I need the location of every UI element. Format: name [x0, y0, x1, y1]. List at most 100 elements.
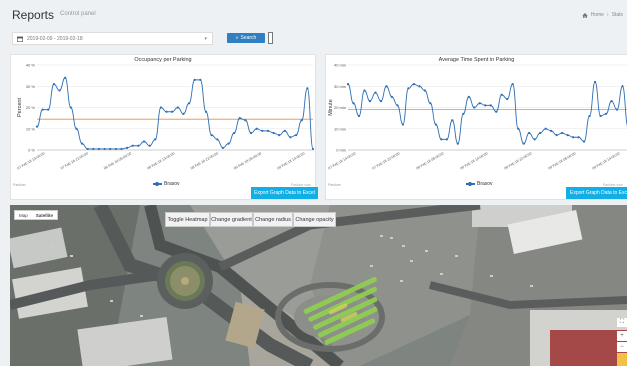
x-tick-label: 08 Feb 18 22:00:00: [504, 151, 533, 170]
data-point: [41, 108, 44, 111]
data-point: [363, 89, 366, 92]
series-line: [347, 81, 627, 145]
breadcrumb-current: Stats: [611, 12, 623, 18]
x-tick-label: 08 Feb 18 14:00:00: [460, 151, 489, 170]
breadcrumb: Home › Stats: [581, 12, 623, 18]
pegman-icon[interactable]: [617, 353, 627, 366]
data-point: [120, 147, 123, 151]
data-point: [148, 144, 151, 147]
calendar-icon: [17, 36, 23, 42]
y-tick-label: 30 min: [334, 84, 346, 89]
data-point: [114, 147, 117, 151]
data-point: [495, 110, 498, 113]
data-point: [204, 110, 208, 113]
x-tick-label: 09 Feb 18 06:00:00: [548, 151, 577, 170]
data-point: [80, 142, 84, 145]
data-point: [390, 95, 394, 98]
toggle-heatmap-button[interactable]: Toggle Heatmap: [165, 212, 210, 227]
fullscreen-button[interactable]: ⛶: [617, 318, 627, 327]
data-point: [522, 142, 525, 145]
x-tick-label: 07 Feb 18 14:00:00: [17, 151, 46, 170]
map-type-satellite[interactable]: Satellite: [32, 211, 57, 219]
data-point: [571, 136, 575, 139]
export-time-button[interactable]: Export Graph Data to Excel: [566, 187, 627, 199]
search-button[interactable]: ⌕ Search: [227, 33, 265, 43]
data-point: [566, 134, 569, 137]
x-tick-label: 07 Feb 18 22:00:00: [60, 151, 89, 170]
data-point: [171, 110, 174, 113]
data-point: [385, 85, 388, 88]
data-point: [440, 138, 443, 141]
x-tick-label: 08 Feb 18 22:00:00: [190, 151, 219, 170]
time-chart-legend[interactable]: Brasov: [466, 181, 493, 187]
data-point: [278, 134, 281, 137]
data-point: [610, 100, 613, 103]
data-point: [249, 131, 253, 135]
data-point: [187, 102, 191, 105]
heatmap-map[interactable]: [10, 205, 627, 366]
x-tick-label: 09 Feb 18 14:00:00: [277, 151, 306, 170]
fullscreen-icon: ⛶: [619, 319, 625, 325]
series-line: [36, 77, 314, 150]
data-point: [210, 134, 213, 137]
page-title: Reports: [12, 8, 55, 22]
data-point: [407, 87, 410, 90]
data-point: [227, 142, 230, 145]
sidebar-toggle[interactable]: [268, 32, 273, 44]
map-type-map[interactable]: Map: [15, 211, 32, 219]
data-point: [473, 106, 476, 109]
data-point: [582, 140, 586, 143]
y-tick-label: 30 %: [26, 84, 36, 89]
x-tick-label: 09 Feb 18 14:00:00: [592, 151, 621, 170]
data-point: [154, 138, 157, 141]
data-point: [266, 129, 270, 132]
data-point: [352, 102, 355, 105]
data-point: [306, 87, 309, 90]
data-point: [238, 117, 241, 120]
data-point: [604, 112, 608, 115]
occupancy-chart: 0 % 10 % 20 % 30 % 40 % Percent 07 Feb 18 14:0…: [17, 63, 315, 170]
occupancy-chart-source: Parkizer: [13, 183, 26, 187]
data-point: [533, 138, 536, 141]
data-point: [615, 108, 619, 111]
data-point: [379, 100, 383, 103]
data-point: [159, 106, 163, 109]
change-radius-button[interactable]: Change radius: [253, 212, 293, 227]
data-point: [396, 104, 399, 107]
x-tick-label: 08 Feb 18 14:00:00: [147, 151, 176, 170]
zoom-out-button[interactable]: −: [617, 342, 627, 352]
y-tick-label: 0 min: [336, 148, 346, 153]
occupancy-chart-legend[interactable]: Brasov: [153, 181, 180, 187]
y-tick-label: 10 min: [334, 126, 346, 131]
data-point: [467, 95, 470, 98]
data-point: [528, 131, 531, 135]
y-tick-label: 0 %: [28, 148, 35, 153]
x-tick-label: 08 Feb 18 06:00:00: [103, 151, 132, 170]
data-point: [295, 134, 298, 137]
data-point: [221, 146, 224, 149]
data-point: [489, 104, 492, 107]
data-point: [500, 93, 503, 96]
data-point: [289, 136, 292, 139]
change-gradient-button[interactable]: Change gradient: [210, 212, 253, 227]
data-point: [233, 131, 236, 135]
date-range-picker[interactable]: 2019-02-09 - 2019-02-18 ▾: [12, 32, 213, 45]
y-axis-label: Minute: [328, 99, 334, 116]
export-occupancy-button[interactable]: Export Graph Data to Excel: [251, 187, 318, 199]
data-point: [577, 136, 580, 139]
data-point: [176, 106, 179, 109]
data-point: [451, 119, 454, 122]
date-range-value: 2019-02-09 - 2019-02-18: [27, 35, 83, 42]
map-type-control: Map Satellite: [14, 210, 59, 220]
breadcrumb-home[interactable]: Home: [591, 12, 604, 18]
data-point: [539, 131, 542, 135]
change-opacity-button[interactable]: Change opacity: [293, 212, 336, 227]
data-point: [374, 91, 377, 94]
data-point: [429, 102, 432, 105]
time-chart-source: Parkizer: [328, 183, 341, 187]
data-point: [255, 127, 258, 130]
zoom-in-button[interactable]: +: [617, 331, 627, 341]
data-point: [456, 142, 459, 145]
data-point: [550, 129, 553, 132]
data-point: [47, 108, 50, 111]
